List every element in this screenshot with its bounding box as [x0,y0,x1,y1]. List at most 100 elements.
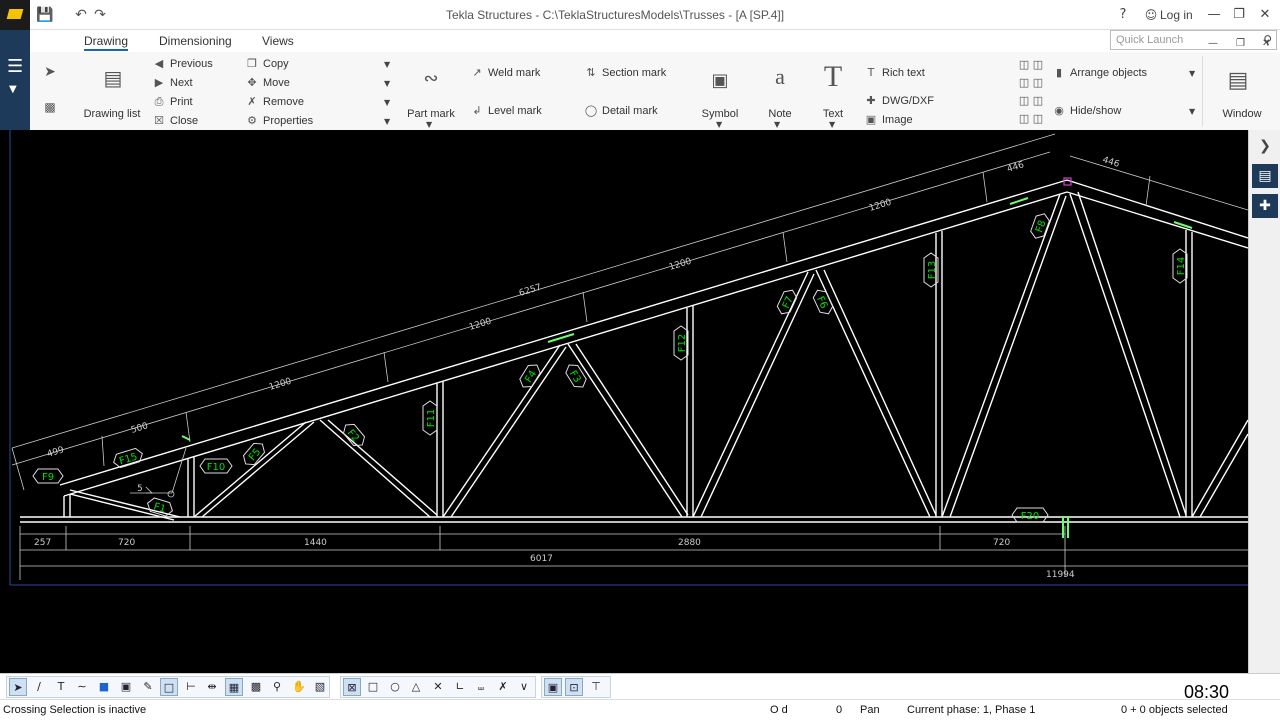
note-button[interactable]: Note [760,108,800,120]
dim-446-right: 446 [1101,155,1121,170]
properties-dropdown-icon[interactable]: ▼ [384,117,390,126]
line-tool-icon[interactable]: ∕ [30,678,48,696]
arrange-objects-button[interactable]: ▮ Arrange objects [1052,66,1147,79]
hamburger-menu-icon[interactable]: ☰ [7,56,23,77]
move-dropdown-icon[interactable]: ▼ [384,79,390,88]
drawing-list-icon[interactable]: ▤ [98,66,128,90]
close-window-button[interactable]: ✕ [1254,5,1276,25]
remove-dropdown-icon[interactable]: ▼ [384,98,390,107]
copy-dropdown-icon[interactable]: ▼ [384,60,390,69]
ribbon-restore-icon[interactable]: ❐ [1236,38,1245,49]
next-button[interactable]: ▶ Next [152,76,193,89]
tab-dimensioning[interactable]: Dimensioning [159,34,232,48]
level-mark-button[interactable]: ↲ Level mark [470,104,541,117]
close-drawing-button[interactable]: ☒ Close [152,114,198,127]
drawing-canvas[interactable]: 499 500 1200 1200 1200 1200 446 6257 446… [0,130,1248,673]
user-icon[interactable]: ☺ [1140,5,1162,25]
part-mark-f2[interactable]: F2 [340,421,367,450]
expand-panel-icon[interactable]: ❯ [1252,134,1278,158]
note-dropdown-icon[interactable]: ▼ [774,120,780,129]
properties-button[interactable]: ⚙ Properties [245,114,313,127]
note-icon[interactable]: a [768,64,792,90]
select-frame-icon[interactable]: ⊡ [565,678,583,696]
pan-hand-icon[interactable]: ✋ [290,678,308,696]
drawing-list-button[interactable]: Drawing list [82,108,142,120]
image-button[interactable]: ▣ Image [864,113,913,126]
dimension-tool-icon[interactable]: ⊢ [182,678,200,696]
snap-intersection-icon[interactable]: ✕ [429,678,447,696]
snap-triangle-icon[interactable]: △ [407,678,425,696]
part-mark-f20[interactable]: F20 [1011,507,1049,523]
part-mark-f14[interactable]: F14 [1172,248,1188,284]
select-pointer-icon[interactable]: ➤ [9,678,27,696]
hide-show-button[interactable]: ◉ Hide/show [1052,104,1121,117]
part-mark-f10[interactable]: F10 [199,458,233,474]
zoom-icon[interactable]: ⚲ [268,678,286,696]
tab-views[interactable]: Views [262,34,294,48]
weld-mark-button[interactable]: ↗ Weld mark [470,66,540,79]
snap-reference-icon[interactable]: ⊠ [343,678,361,696]
part-mark-f15[interactable]: F15 [112,447,145,469]
tab-drawing[interactable]: Drawing [84,34,129,51]
part-mark-f9[interactable]: F9 [32,468,64,484]
copy-button[interactable]: ❐ Copy [245,57,289,70]
window-icon[interactable]: ▤ [1223,68,1253,93]
rect-tool-icon[interactable]: ▣ [117,678,135,696]
polyline-tool-icon[interactable]: ∼ [73,678,91,696]
grid-snap-icon[interactable]: ▦ [225,678,243,696]
detail-mark-button[interactable]: ◯ Detail mark [584,104,658,117]
arrange-dropdown-icon[interactable]: ▼ [1189,69,1195,78]
text-button[interactable]: Text [816,108,850,120]
applications-icon[interactable]: ✚ [1252,194,1278,218]
minimize-button[interactable]: — [1203,5,1225,25]
pen-tool-icon[interactable]: ✎ [139,678,157,696]
ribbon-minimize-icon[interactable]: — [1208,38,1218,49]
snap-circle-icon[interactable]: ○ [386,678,404,696]
window-button[interactable]: Window [1214,108,1270,120]
snap-perpendicular-icon[interactable]: ∟ [451,678,469,696]
align-tools-icon[interactable]: ◫ ◫ ◫ ◫ ◫ ◫ ◫ ◫ [1014,56,1048,128]
symbol-button[interactable]: Symbol [698,108,742,120]
part-mark-icon[interactable]: ∾ [414,68,448,89]
restore-button[interactable]: ❐ [1228,5,1250,25]
help-icon[interactable]: ? [1112,5,1134,25]
dwg-dxf-button[interactable]: ✚ DWG/DXF [864,94,934,107]
menu-dropdown-icon[interactable]: ▼ [9,84,17,95]
text-icon[interactable]: T [818,60,848,94]
frame-tool-icon[interactable]: □ [160,678,178,696]
select-assembly-icon[interactable]: ⊤ [587,678,605,696]
snap-line-icon[interactable]: ∨ [515,678,533,696]
text-dropdown-icon[interactable]: ▼ [829,120,835,129]
remove-button[interactable]: ✗ Remove [245,95,304,108]
symbol-dropdown-icon[interactable]: ▼ [716,120,722,129]
fill-tool-icon[interactable]: ■ [95,678,113,696]
text-tool-icon[interactable]: T [52,678,70,696]
snap-any-icon[interactable]: ✗ [494,678,512,696]
snap-square-icon[interactable]: □ [364,678,382,696]
select-tool-icon[interactable]: ▩ [42,100,58,114]
previous-button[interactable]: ◀ Previous [152,57,213,70]
catalog-icon[interactable]: ▤ [1252,164,1278,188]
part-mark-f7[interactable]: F7 [775,287,799,316]
section-mark-button[interactable]: ⇅ Section mark [584,66,666,79]
part-mark-f12[interactable]: F12 [673,325,689,361]
measure-tool-icon[interactable]: ⇹ [203,678,221,696]
login-link[interactable]: Log in [1160,8,1193,22]
part-mark-f11[interactable]: F11 [422,400,438,436]
quick-launch-search[interactable]: Quick Launch ⚲ [1110,30,1277,50]
part-mark-f8[interactable]: F8 [1029,211,1051,240]
move-button[interactable]: ✥ Move [245,76,290,89]
part-mark-button[interactable]: Part mark [404,108,458,120]
ribbon-close-icon[interactable]: ✕ [1262,38,1270,49]
snap-extension-icon[interactable]: ⧢ [472,678,490,696]
select-objects-icon[interactable]: ▣ [544,678,562,696]
hide-show-dropdown-icon[interactable]: ▼ [1189,107,1195,116]
select-arrow-icon[interactable]: ➤ [42,64,58,80]
rich-text-button[interactable]: T Rich text [864,66,925,79]
print-button[interactable]: ⎙ Print [152,95,193,109]
symbol-icon[interactable]: ▣ [708,70,732,91]
part-mark-f3[interactable]: F3 [563,361,589,390]
part-mark-dropdown-icon[interactable]: ▼ [426,120,432,129]
grid-points-icon[interactable]: ▩ [247,678,265,696]
hatch-icon[interactable]: ▧ [311,678,329,696]
